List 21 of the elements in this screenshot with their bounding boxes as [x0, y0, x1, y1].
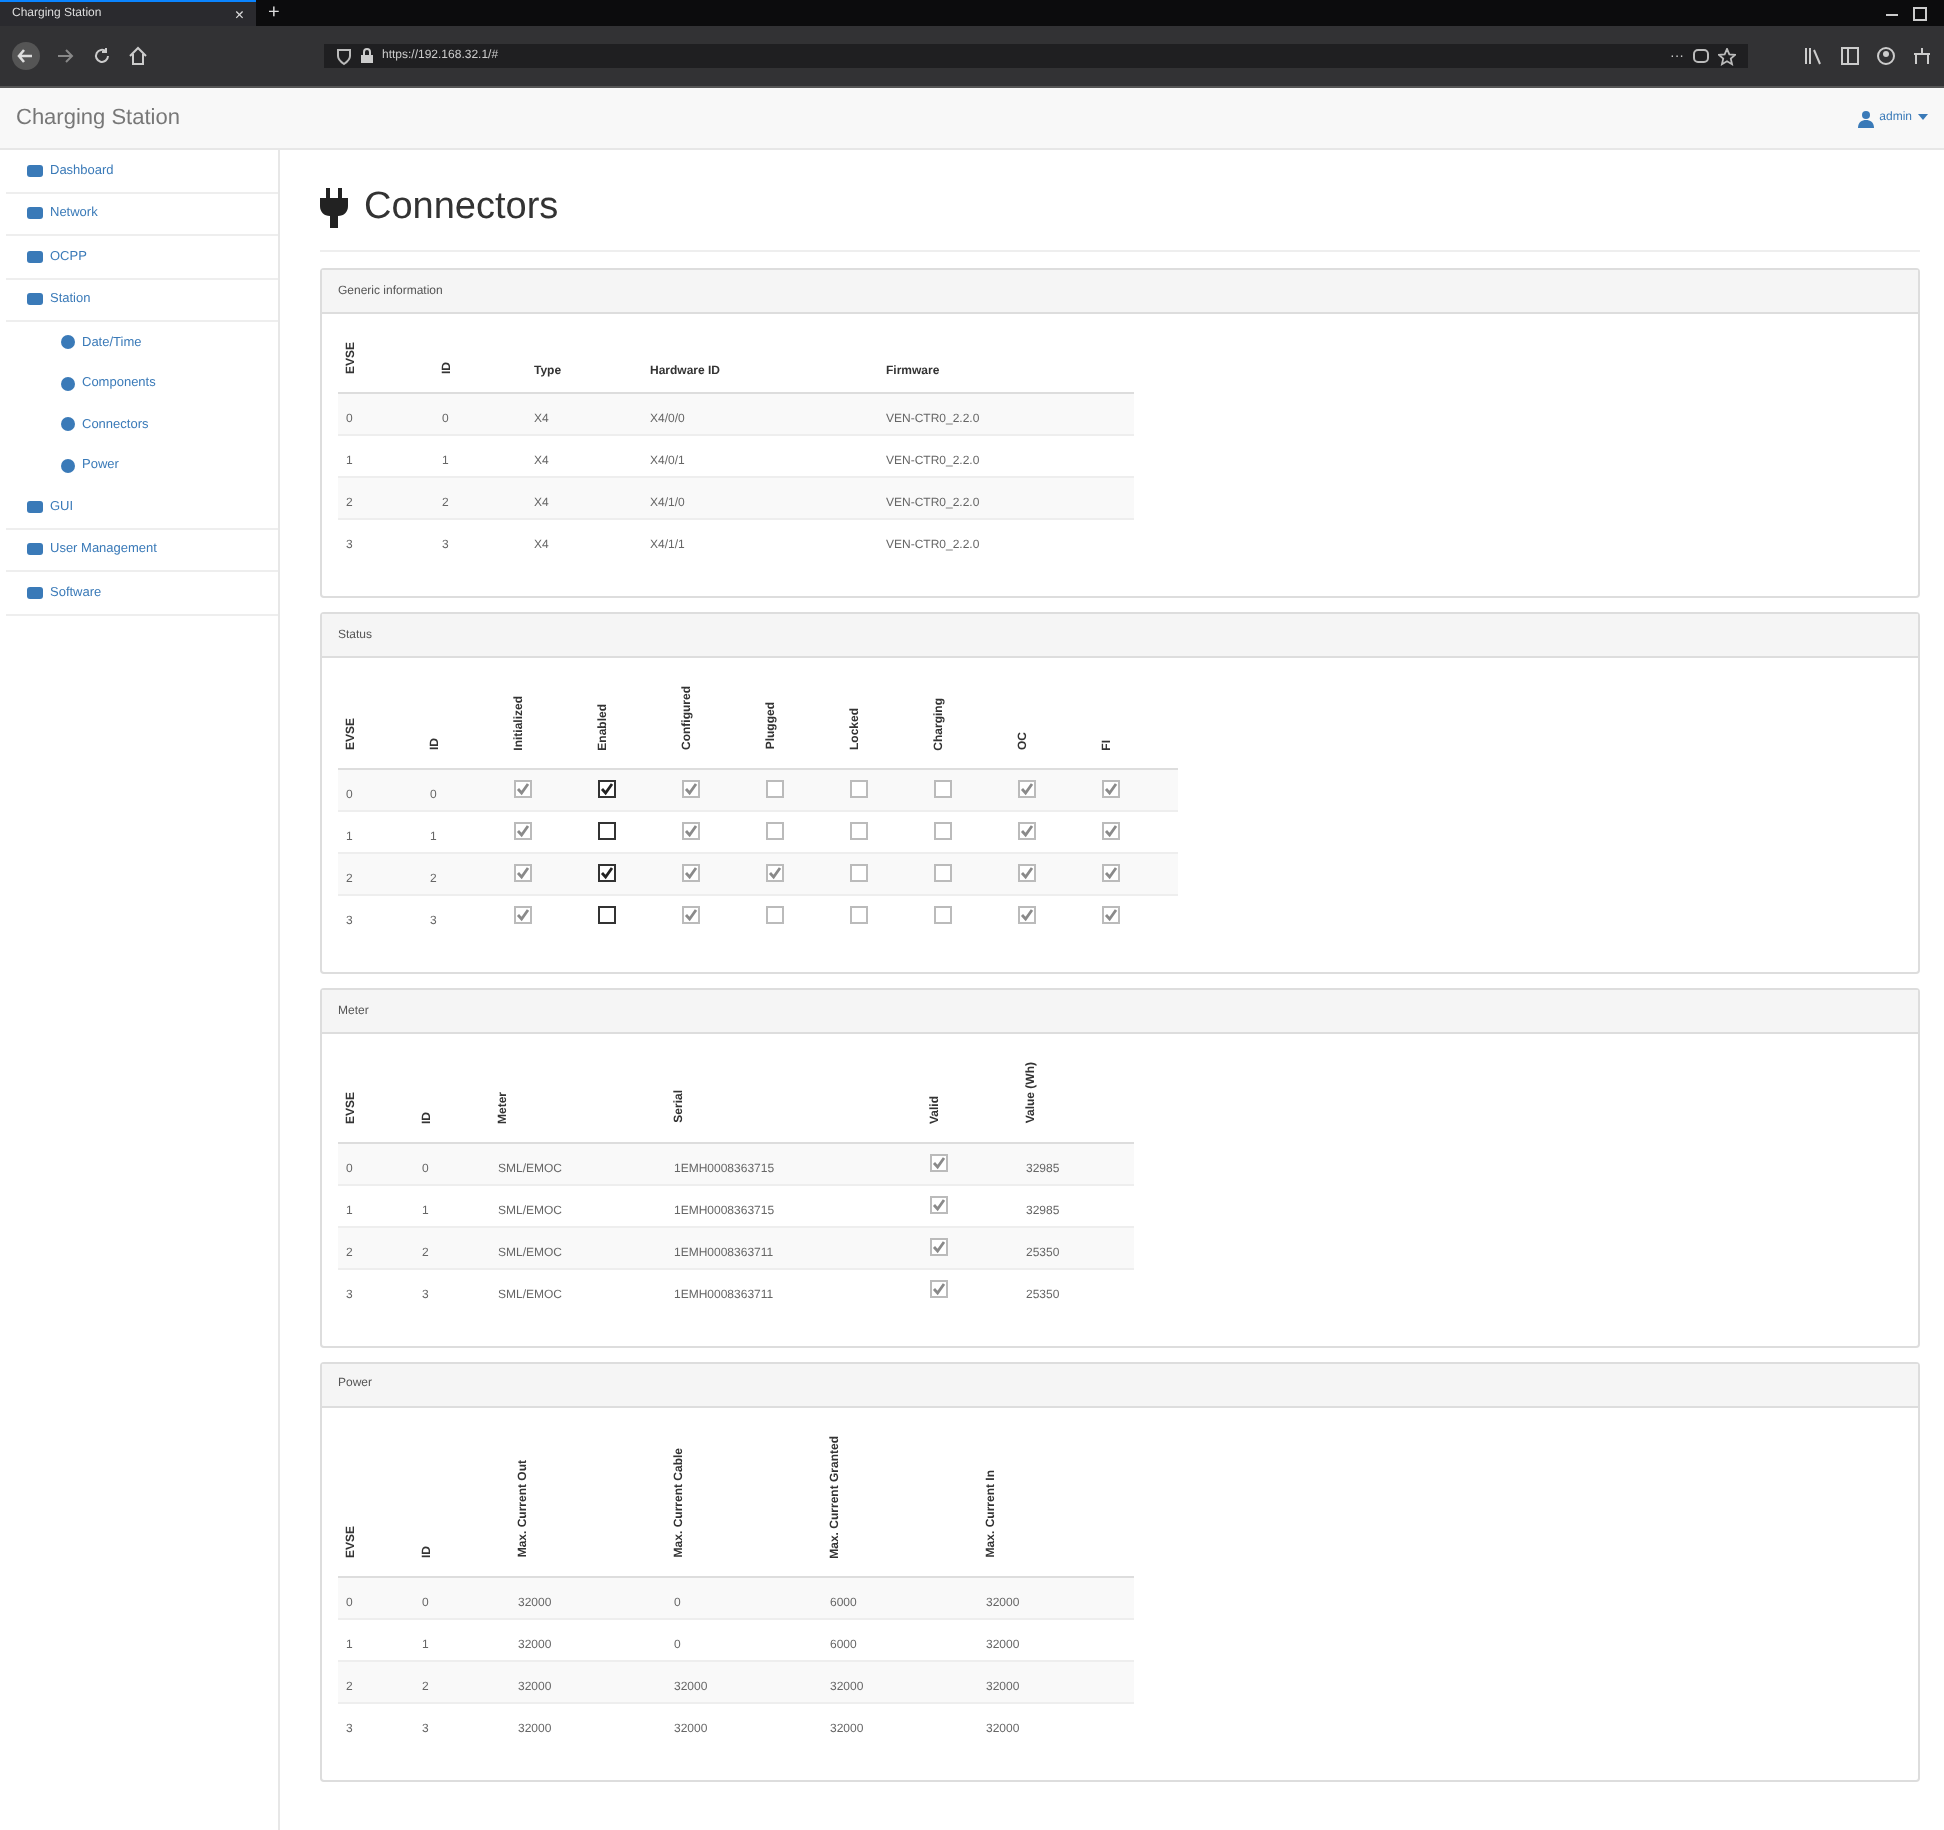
reload-icon[interactable]: [92, 46, 112, 66]
shield-icon: [336, 47, 352, 65]
new-tab-button[interactable]: +: [268, 2, 280, 24]
close-tab-button[interactable]: ×: [234, 5, 244, 23]
sidebar-icon[interactable]: [1840, 46, 1860, 66]
forward-icon[interactable]: [56, 46, 76, 66]
account-icon[interactable]: [1876, 46, 1896, 66]
star-icon[interactable]: [1718, 47, 1736, 65]
user-icon: [1857, 109, 1874, 127]
library-icon[interactable]: [1804, 46, 1824, 66]
back-icon[interactable]: [12, 42, 40, 70]
checkbox[interactable]: [598, 864, 616, 883]
home-icon[interactable]: [128, 46, 148, 66]
caret-icon[interactable]: [1918, 114, 1928, 122]
lock-icon: [360, 48, 374, 64]
page-title: Connectors: [364, 186, 559, 230]
checkbox[interactable]: [598, 780, 616, 799]
checkbox[interactable]: [598, 906, 616, 925]
restore-icon[interactable]: [1912, 5, 1928, 21]
checkbox[interactable]: [598, 822, 616, 841]
brand-title[interactable]: Charging Station: [16, 106, 180, 130]
